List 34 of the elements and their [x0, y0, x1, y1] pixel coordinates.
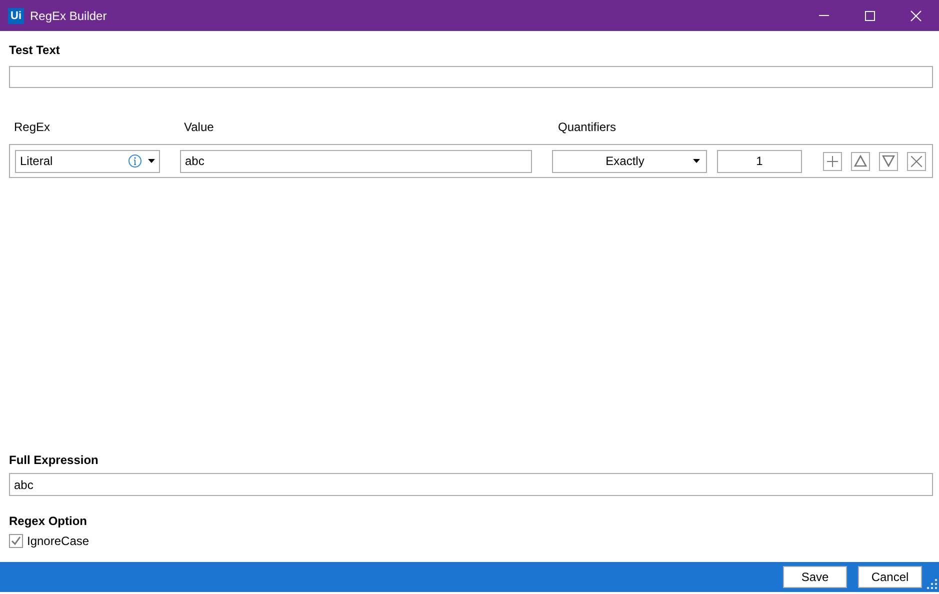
column-header: Quantifiers	[558, 120, 618, 134]
move-up-button[interactable]	[851, 152, 870, 170]
cancel-button[interactable]: Cancel	[858, 566, 922, 588]
close-icon	[910, 10, 922, 22]
caret-icon	[693, 159, 700, 163]
move-down-button[interactable]	[879, 152, 898, 170]
test-text-field[interactable]	[9, 66, 933, 88]
minimize-icon	[819, 15, 829, 16]
count-field[interactable]: 1	[717, 150, 802, 172]
close-icon	[911, 156, 922, 166]
regex-type-dropdown[interactable]: Literal	[15, 150, 160, 172]
checkbox[interactable]	[9, 534, 23, 548]
checkmark-icon	[11, 536, 21, 546]
triangle-up-icon	[854, 155, 867, 167]
delete-button[interactable]	[907, 152, 926, 170]
plus-icon	[827, 156, 838, 166]
column-header: RegEx	[14, 120, 52, 134]
resize-grip-icon[interactable]	[927, 579, 937, 589]
app-logo: Ui	[8, 8, 24, 24]
column-header: Value	[184, 120, 215, 134]
quantifier-dropdown[interactable]: Exactly	[552, 150, 707, 172]
test-text-label: Test Text	[9, 43, 61, 57]
checkbox-label: IgnoreCase	[27, 534, 90, 548]
caret-icon	[148, 159, 155, 163]
add-button[interactable]	[823, 152, 842, 170]
regex-option-label: Regex Option	[9, 514, 88, 528]
maximize-icon	[864, 10, 876, 22]
triangle-down-icon	[882, 155, 895, 167]
full-expression-field[interactable]: abc	[9, 473, 933, 496]
info-icon[interactable]	[128, 154, 142, 168]
window-title: RegEx Builder	[30, 8, 108, 22]
save-button[interactable]: Save	[783, 566, 847, 588]
full-expression-label: Full Expression	[9, 453, 100, 467]
value-field[interactable]: abc	[180, 150, 532, 172]
